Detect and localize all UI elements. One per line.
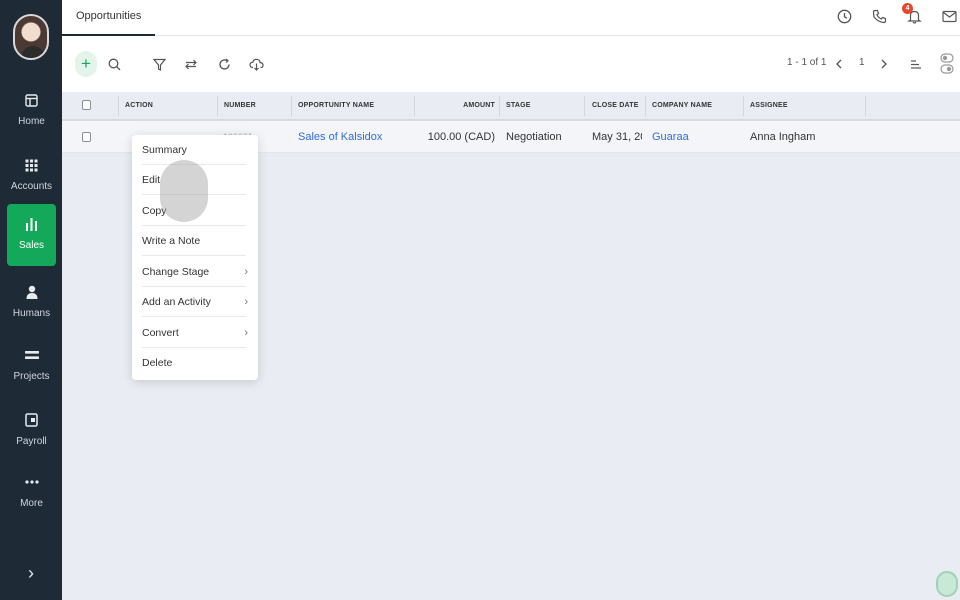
add-button[interactable]: + <box>75 51 97 77</box>
sidebar-item-label: Humans <box>12 308 51 319</box>
menu-item-label: Summary <box>142 144 187 156</box>
notification-badge: 4 <box>902 3 913 14</box>
stack-icon <box>7 347 56 363</box>
column-header-opportunity-name[interactable]: OPPORTUNITY NAME <box>298 92 374 121</box>
column-divider <box>645 96 646 116</box>
wallet-icon <box>7 412 56 428</box>
chevron-right-icon: › <box>244 266 248 278</box>
person-icon <box>7 284 56 300</box>
cell-company-name[interactable]: Guaraa <box>652 121 689 153</box>
column-divider <box>499 96 500 116</box>
chevron-left-icon[interactable] <box>828 53 850 75</box>
menu-item-label: Delete <box>142 357 173 369</box>
column-divider <box>743 96 744 116</box>
sidebar-item-payroll[interactable]: Payroll <box>7 400 56 462</box>
sidebar-item-label: Accounts <box>10 181 53 192</box>
sidebar-item-label: Home <box>18 116 45 127</box>
menu-item-label: Add an Activity <box>142 296 211 308</box>
cell-amount: 100.00 (CAD) <box>427 131 495 143</box>
search-icon[interactable] <box>103 53 125 75</box>
chevron-right-icon[interactable] <box>873 53 895 75</box>
bar-chart-icon <box>7 216 56 232</box>
column-divider <box>217 96 218 116</box>
sidebar-item-accounts[interactable]: Accounts <box>7 145 56 207</box>
cloud-download-icon[interactable] <box>245 53 267 75</box>
sidebar-item-label: Sales <box>18 240 44 251</box>
menu-item-add-activity[interactable]: Add an Activity › <box>142 287 248 317</box>
pagination-summary: 1 - 1 of 1 <box>787 57 827 68</box>
sidebar-item-sales[interactable]: Sales <box>7 204 56 266</box>
cursor-highlight <box>160 160 208 222</box>
avatar[interactable] <box>13 14 49 60</box>
sidebar-item-label: Payroll <box>16 436 47 447</box>
column-divider <box>414 96 415 116</box>
toggle-view-icon[interactable] <box>936 53 958 75</box>
cell-stage: Negotiation <box>506 131 562 143</box>
column-header-number[interactable]: NUMBER <box>224 92 256 121</box>
menu-item-label: Write a Note <box>142 235 201 247</box>
menu-item-delete[interactable]: Delete <box>142 348 246 378</box>
toolbar: + 1 - 1 of 1 1 <box>62 36 960 92</box>
sidebar: Home Accounts Sales Humans Projects Payr… <box>0 0 62 600</box>
column-divider <box>291 96 292 116</box>
expand-sidebar-button[interactable]: › <box>20 562 42 584</box>
menu-item-change-stage[interactable]: Change Stage › <box>142 257 248 287</box>
column-header-amount[interactable]: AMOUNT <box>422 92 495 121</box>
table-header: ACTION NUMBER OPPORTUNITY NAME AMOUNT ST… <box>62 92 960 121</box>
menu-item-label: Change Stage <box>142 266 210 278</box>
menu-item-write-note[interactable]: Write a Note <box>142 226 246 256</box>
menu-item-convert[interactable]: Convert › <box>142 318 248 348</box>
phone-icon[interactable] <box>869 6 889 26</box>
top-bar: Opportunities 4 <box>62 0 960 36</box>
refresh-icon[interactable] <box>213 53 235 75</box>
select-all-checkbox[interactable] <box>82 100 91 110</box>
row-checkbox[interactable] <box>82 132 91 142</box>
swap-icon[interactable] <box>180 53 202 75</box>
sidebar-item-label: More <box>20 498 43 509</box>
tab-opportunities[interactable]: Opportunities <box>62 0 156 36</box>
sidebar-item-more[interactable]: More <box>7 462 56 524</box>
menu-item-summary[interactable]: Summary <box>142 135 246 165</box>
sidebar-item-home[interactable]: Home <box>7 80 56 142</box>
chevron-right-icon: › <box>244 327 248 339</box>
column-header-assignee[interactable]: ASSIGNEE <box>750 92 788 121</box>
column-header-action[interactable]: ACTION <box>125 92 153 121</box>
filter-icon[interactable] <box>148 53 170 75</box>
chat-bubble-icon[interactable] <box>936 571 958 597</box>
layout-icon <box>7 92 56 108</box>
density-icon[interactable] <box>905 53 927 75</box>
dots-icon <box>7 474 56 490</box>
grid-icon <box>7 157 56 173</box>
bell-icon[interactable]: 4 <box>902 3 924 26</box>
clock-icon[interactable] <box>834 6 854 26</box>
page-number: 1 <box>859 57 865 68</box>
chevron-right-icon: › <box>244 296 248 308</box>
sidebar-item-projects[interactable]: Projects <box>7 335 56 397</box>
menu-item-label: Edit <box>142 174 161 186</box>
column-divider <box>865 96 866 116</box>
cell-opportunity-name[interactable]: Sales of Kalsidox <box>298 121 382 153</box>
column-header-company-name[interactable]: COMPANY NAME <box>652 92 712 121</box>
mail-icon[interactable] <box>939 6 959 26</box>
sidebar-item-humans[interactable]: Humans <box>7 272 56 334</box>
menu-item-label: Convert <box>142 327 179 339</box>
column-header-close-date[interactable]: CLOSE DATE <box>592 92 639 121</box>
sidebar-item-label: Projects <box>13 371 50 382</box>
cell-close-date: May 31, 20... <box>592 131 642 143</box>
column-header-stage[interactable]: STAGE <box>506 92 531 121</box>
cell-assignee: Anna Ingham <box>750 131 816 143</box>
column-divider <box>584 96 585 116</box>
column-divider <box>118 96 119 116</box>
